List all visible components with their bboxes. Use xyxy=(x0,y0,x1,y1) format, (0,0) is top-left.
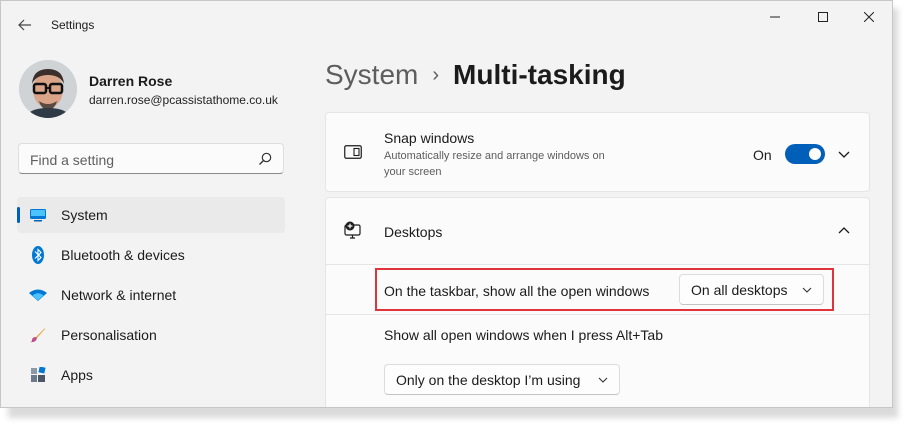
sidebar-item-system[interactable]: System xyxy=(17,197,285,233)
avatar[interactable] xyxy=(19,60,77,118)
sidebar-item-apps[interactable]: Apps xyxy=(17,357,285,393)
search-icon[interactable] xyxy=(257,151,273,167)
dropdown-value: Only on the desktop I’m using xyxy=(396,372,581,388)
close-icon xyxy=(864,12,874,22)
paintbrush-icon xyxy=(29,326,47,344)
minimize-button[interactable] xyxy=(752,1,798,33)
snap-windows-card[interactable]: Snap windows Automatically resize and ar… xyxy=(325,112,870,192)
breadcrumb: System › Multi-tasking xyxy=(325,59,626,91)
user-photo-icon xyxy=(19,60,77,118)
page-title: Multi-tasking xyxy=(453,59,626,90)
search-input[interactable] xyxy=(28,150,252,170)
snap-toggle-state: On xyxy=(753,147,772,163)
minimize-icon xyxy=(770,16,780,18)
sidebar-item-label: Bluetooth & devices xyxy=(61,247,185,263)
active-indicator xyxy=(17,207,20,223)
chevron-up-icon[interactable] xyxy=(837,224,851,238)
sidebar-item-network[interactable]: Network & internet xyxy=(17,277,285,313)
settings-window: Settings Darren Rose darren.rose@pcassis… xyxy=(0,0,893,408)
snap-windows-title: Snap windows xyxy=(384,130,475,146)
window-title: Settings xyxy=(51,18,95,32)
close-button[interactable] xyxy=(846,1,892,33)
toggle-knob xyxy=(809,148,821,160)
breadcrumb-separator: › xyxy=(432,64,440,86)
bluetooth-icon xyxy=(29,246,47,264)
apps-icon xyxy=(29,366,47,384)
maximize-button[interactable] xyxy=(800,1,846,33)
alt-tab-label: Show all open windows when I press Alt+T… xyxy=(384,327,663,343)
snap-layout-icon xyxy=(344,145,362,159)
breadcrumb-parent[interactable]: System xyxy=(325,59,418,90)
sidebar-item-label: Network & internet xyxy=(61,287,177,303)
snap-windows-description-line1: Automatically resize and arrange windows… xyxy=(384,150,605,162)
search-box[interactable] xyxy=(18,143,284,174)
sidebar-item-bluetooth[interactable]: Bluetooth & devices xyxy=(17,237,285,273)
sidebar-item-label: Personalisation xyxy=(61,327,157,343)
snap-windows-description-line2: your screen xyxy=(384,166,442,178)
monitor-icon xyxy=(29,206,47,224)
arrow-left-icon xyxy=(18,19,31,31)
snap-windows-toggle[interactable] xyxy=(785,144,825,164)
desktops-title: Desktops xyxy=(384,224,443,240)
title-bar: Settings xyxy=(1,1,892,47)
user-name: Darren Rose xyxy=(89,73,173,89)
alt-tab-dropdown[interactable]: Only on the desktop I’m using xyxy=(384,364,620,395)
back-button[interactable] xyxy=(13,13,37,37)
chevron-down-icon[interactable] xyxy=(837,147,851,161)
divider xyxy=(325,264,870,265)
desktops-icon xyxy=(344,221,361,239)
wifi-icon xyxy=(29,286,47,304)
user-email: darren.rose@pcassistathome.co.uk xyxy=(89,93,278,107)
highlight-annotation xyxy=(375,268,834,311)
sidebar-item-label: Apps xyxy=(61,367,93,383)
sidebar-item-label: System xyxy=(61,207,108,223)
chevron-down-icon xyxy=(598,377,608,383)
maximize-icon xyxy=(818,12,828,22)
divider xyxy=(325,314,870,315)
sidebar-item-personalisation[interactable]: Personalisation xyxy=(17,317,285,353)
